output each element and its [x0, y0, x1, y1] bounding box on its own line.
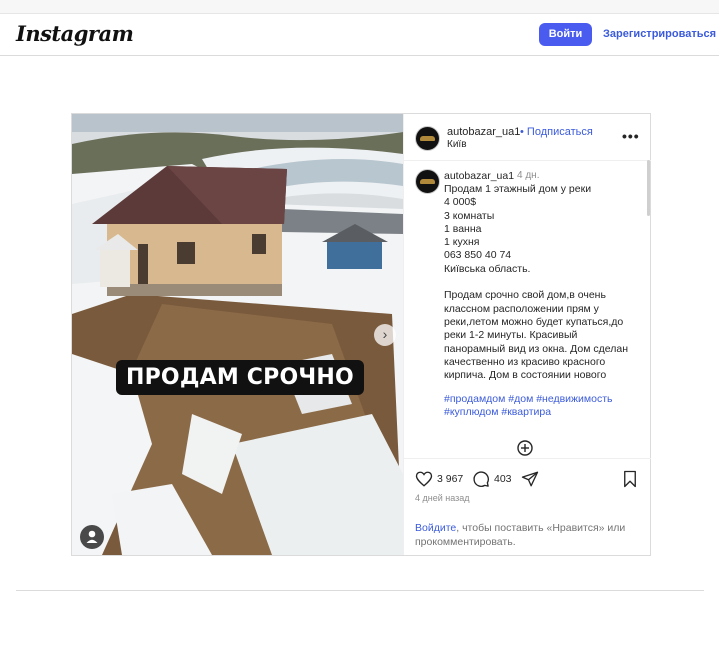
caption-scrollbar[interactable] — [647, 160, 650, 216]
caption-line: реки,летом можно будет купаться,до — [444, 315, 624, 328]
footer-divider — [16, 590, 704, 591]
login-prompt-link[interactable]: Войдите — [415, 522, 456, 534]
caption-line: 4 000$ — [444, 196, 477, 209]
caption-line: Продам срочно свой дом,в очень — [444, 289, 606, 302]
like-count: 3 967 — [437, 473, 464, 485]
caption-line: Київська область. — [444, 262, 531, 275]
hashtag-line[interactable]: #куплюдом #квартира — [444, 406, 644, 419]
post-header: autobazar_ua1 • Подписаться Київ ••• — [404, 114, 651, 161]
caption-time: 4 дн. — [517, 170, 540, 181]
caption-area: autobazar_ua1 4 дн. Продам 1 этажный дом… — [404, 160, 651, 458]
caption-username[interactable]: autobazar_ua1 — [444, 170, 514, 182]
caption-line: классном расположении прям у — [444, 302, 599, 315]
photo-illustration — [72, 114, 403, 555]
caption-avatar[interactable] — [415, 169, 440, 194]
bookmark-icon[interactable] — [622, 470, 638, 488]
posted-ago: 4 дней назад — [415, 493, 470, 503]
author-avatar[interactable] — [415, 126, 440, 151]
share-icon[interactable] — [521, 470, 539, 488]
comment-icon[interactable] — [472, 470, 490, 488]
follow-button[interactable]: • Подписаться — [520, 126, 593, 138]
hashtag-line[interactable]: #продамдом #дом #недвижимость — [444, 393, 644, 406]
caption-line: панорамный вид из окна. Дом сделан — [444, 342, 629, 355]
caption-hashtags: #продамдом #дом #недвижимость #куплюдом … — [444, 393, 644, 420]
caption-line: Продам 1 этажный дом у реки — [444, 183, 592, 195]
more-options-icon[interactable]: ••• — [622, 128, 640, 144]
post-sidebar: autobazar_ua1 • Подписаться Київ ••• aut… — [403, 114, 651, 555]
caption-line: 063 850 40 74 — [444, 249, 512, 262]
follow-label: Подписаться — [526, 126, 593, 138]
post-location[interactable]: Київ — [447, 139, 467, 150]
login-prompt: Войдите, чтобы поставить «Нравится» или п… — [415, 521, 640, 549]
follow-separator: • — [520, 126, 524, 138]
caption-line: реки 1-2 минуты. Красивый — [444, 329, 578, 342]
caption-line: 1 ванна — [444, 222, 482, 235]
heart-icon[interactable] — [415, 470, 433, 488]
user-tag-icon[interactable] — [80, 525, 104, 549]
login-button[interactable]: Войти — [539, 23, 592, 46]
instagram-logo[interactable]: Instagram — [16, 21, 134, 46]
caption-line — [444, 276, 644, 289]
site-header: Instagram Войти Зарегистрироваться — [0, 14, 719, 56]
author-username[interactable]: autobazar_ua1 — [447, 126, 520, 138]
plus-circle-icon[interactable] — [517, 440, 533, 456]
post-card: ПРОДАМ СРОЧНО › autobazar_ua1 • Подписат… — [71, 113, 651, 556]
post-actions: 3 967 403 4 дней назад Войдите, чтобы по… — [404, 458, 651, 556]
caption-line: 1 кухня — [444, 236, 480, 249]
caption-text: Продам 1 этажный дом у реки 4 000$ 3 ком… — [444, 183, 644, 382]
browser-top-strip — [0, 0, 719, 14]
caption-line: 3 комнаты — [444, 209, 495, 222]
post-photo[interactable]: ПРОДАМ СРОЧНО › — [72, 114, 403, 555]
login-prompt-text-2: прокомментировать. — [415, 536, 516, 548]
login-prompt-text: , чтобы поставить «Нравится» или — [456, 522, 626, 534]
chevron-right-icon[interactable]: › — [374, 324, 396, 346]
caption-line: качественно из красиво красного — [444, 355, 606, 368]
caption-line: кирпича. Дом в состоянии нового — [444, 369, 607, 382]
register-link[interactable]: Зарегистрироваться — [603, 28, 716, 40]
photo-overlay-text: ПРОДАМ СРОЧНО — [116, 360, 364, 395]
comment-count: 403 — [494, 473, 512, 485]
